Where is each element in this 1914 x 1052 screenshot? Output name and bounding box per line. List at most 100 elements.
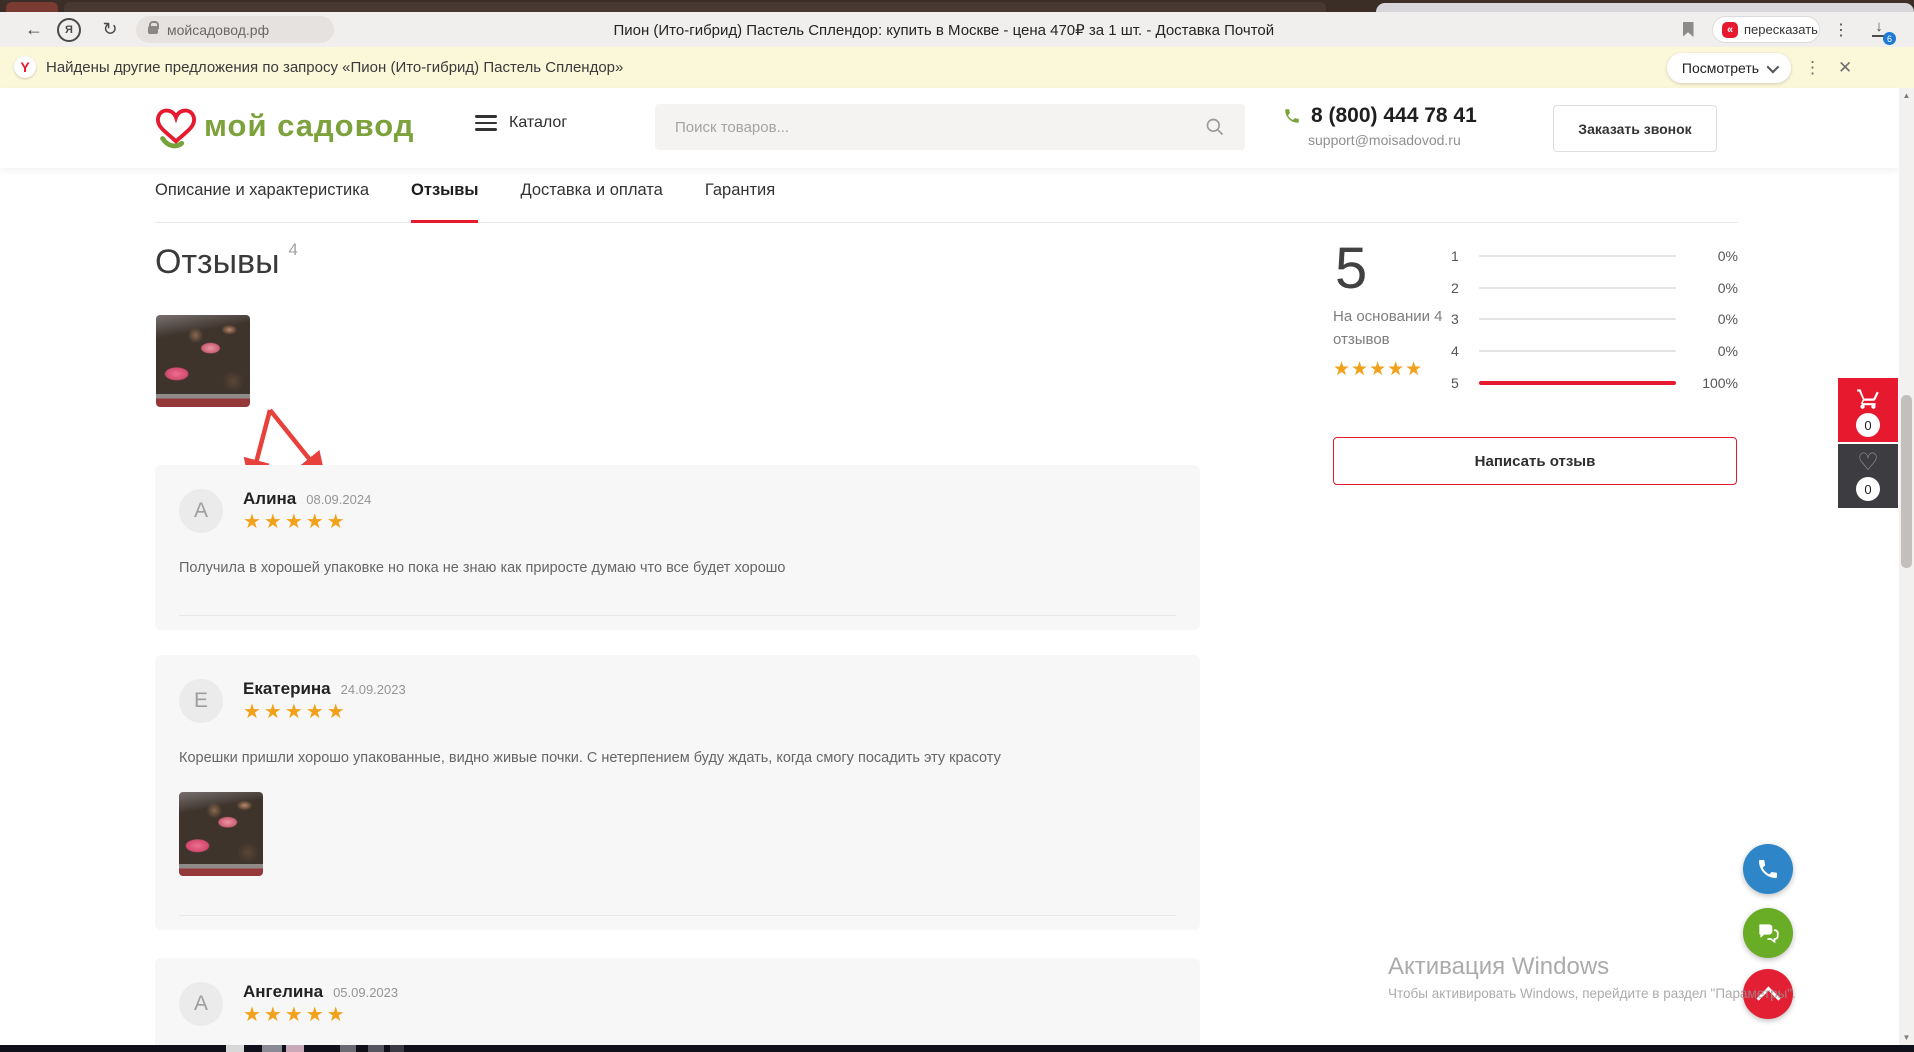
phone-icon — [1756, 857, 1780, 881]
rating-bar-label: 3 — [1451, 311, 1465, 327]
rating-bar-row: 1 0% — [1451, 240, 1738, 272]
view-offers-button[interactable]: Посмотреть — [1667, 53, 1791, 83]
reviews-heading: Отзывы4 — [155, 240, 298, 282]
yandex-icon: Y — [14, 56, 36, 78]
review-date: 05.09.2023 — [333, 985, 398, 1000]
avatar: Е — [179, 679, 223, 723]
rating-bar-row: 5 100% — [1451, 367, 1738, 399]
taskbar — [0, 1045, 1914, 1052]
review-gallery-photo[interactable] — [156, 315, 250, 407]
scrollbar-up-icon[interactable]: ▲ — [1899, 91, 1914, 100]
wishlist-count-badge: 0 — [1856, 477, 1880, 501]
review-stars: ★★★★★ — [243, 702, 406, 722]
taskbar-item[interactable] — [262, 1045, 282, 1052]
rating-bar-percent: 0% — [1690, 343, 1738, 359]
notification-bar: Y Найдены другие предложения по запросу … — [0, 47, 1914, 89]
browser-tab[interactable] — [64, 2, 1326, 12]
review-card: А Алина 08.09.2024 ★★★★★ Получила в хоро… — [155, 465, 1200, 630]
browser-tab-strip — [0, 0, 1914, 12]
rating-bar-track — [1479, 382, 1676, 384]
cart-widget[interactable]: 0 — [1838, 378, 1898, 442]
notification-close-icon[interactable]: ✕ — [1838, 47, 1852, 88]
rating-stars: ★★★★★ — [1333, 358, 1423, 381]
phone-icon — [1283, 107, 1301, 125]
divider — [179, 615, 1176, 616]
notification-text: Найдены другие предложения по запросу «П… — [46, 47, 623, 88]
site-logo-text: мой садовод — [204, 108, 414, 144]
search-icon[interactable] — [1205, 117, 1225, 137]
support-email[interactable]: support@moisadovod.ru — [1308, 132, 1461, 148]
rating-bar-percent: 100% — [1690, 375, 1738, 391]
taskbar-item[interactable] — [390, 1045, 404, 1052]
scrollbar-thumb[interactable] — [1901, 395, 1912, 568]
tab-0[interactable]: Описание и характеристика — [155, 181, 369, 222]
write-review-button[interactable]: Написать отзыв — [1333, 437, 1737, 485]
scrollbar[interactable]: ▲ ▼ — [1899, 88, 1914, 1045]
reviewer-name: Екатерина — [243, 679, 331, 699]
scrollbar-down-icon[interactable]: ▼ — [1899, 1033, 1914, 1042]
rating-bar-track — [1479, 255, 1676, 257]
rating-score: 5 — [1335, 240, 1367, 298]
lock-icon — [148, 26, 158, 34]
rating-bar-fill — [1479, 381, 1676, 385]
cart-count-badge: 0 — [1856, 413, 1880, 437]
product-tabs: Описание и характеристика Отзывы Доставк… — [155, 181, 1738, 223]
search-placeholder: Поиск товаров... — [675, 119, 1205, 136]
rating-bar-label: 5 — [1451, 375, 1465, 391]
refresh-icon[interactable]: ↻ — [98, 12, 122, 47]
bookmark-icon[interactable] — [1678, 12, 1698, 47]
tab-label: Описание и характеристика — [155, 181, 369, 199]
review-photo[interactable] — [179, 792, 263, 876]
tab-2[interactable]: Доставка и оплата — [520, 181, 662, 222]
chat-fab[interactable] — [1743, 908, 1793, 958]
site-logo[interactable]: мой садовод — [152, 102, 414, 150]
search-input[interactable]: Поиск товаров... — [655, 104, 1245, 150]
heart-icon: ♡ — [1857, 451, 1879, 475]
screen: ← Я ↻ мойсадовод.рф Пион (Ито-гибрид) Па… — [0, 0, 1914, 1052]
phone-link[interactable]: 8 (800) 444 78 41 — [1283, 104, 1477, 128]
view-offers-label: Посмотреть — [1682, 60, 1759, 76]
rating-bar-percent: 0% — [1690, 280, 1738, 296]
url-text: мойсадовод.рф — [167, 22, 269, 38]
bookmark-glyph — [1683, 22, 1694, 37]
rating-bar-label: 2 — [1451, 280, 1465, 296]
taskbar-item[interactable] — [286, 1045, 304, 1052]
downloads-button[interactable]: ↓ 6 — [1868, 19, 1890, 41]
chat-icon — [1755, 920, 1781, 946]
reviewer-name: Ангелина — [243, 982, 323, 1002]
download-badge: 6 — [1883, 32, 1896, 45]
browser-tab-active[interactable] — [1376, 3, 1914, 12]
address-bar[interactable]: мойсадовод.рф — [136, 16, 334, 43]
rating-bar-row: 2 0% — [1451, 272, 1738, 304]
catalog-label: Каталог — [509, 114, 567, 132]
taskbar-item[interactable] — [368, 1045, 384, 1052]
catalog-button[interactable]: Каталог — [475, 114, 567, 132]
rating-bar-track — [1479, 350, 1676, 352]
chevron-down-icon — [1767, 60, 1780, 73]
review-text: Корешки пришли хорошо упакованные, видно… — [179, 750, 1176, 766]
taskbar-item[interactable] — [340, 1045, 356, 1052]
retell-button[interactable]: « пересказать — [1712, 16, 1820, 43]
tab-label: Гарантия — [705, 181, 775, 199]
windows-watermark-subtitle: Чтобы активировать Windows, перейдите в … — [1388, 986, 1796, 1001]
site-header: мой садовод Каталог Поиск товаров... 8 (… — [0, 88, 1899, 168]
callback-button[interactable]: Заказать звонок — [1553, 105, 1717, 152]
tab-3[interactable]: Гарантия — [705, 181, 775, 222]
browser-tab[interactable] — [6, 2, 58, 12]
notification-menu-icon[interactable]: ⋮ — [1804, 47, 1821, 88]
taskbar-item[interactable] — [226, 1045, 244, 1052]
wishlist-widget[interactable]: ♡ 0 — [1838, 444, 1898, 508]
review-stars: ★★★★★ — [243, 1005, 398, 1025]
review-date: 08.09.2024 — [306, 492, 371, 507]
back-icon[interactable]: ← — [22, 12, 46, 47]
tab-reviews[interactable]: Отзывы — [411, 181, 478, 222]
tab-label: Доставка и оплата — [520, 181, 662, 199]
review-stars: ★★★★★ — [243, 512, 371, 532]
rating-bar-row: 4 0% — [1451, 335, 1738, 367]
toolbar-menu-icon[interactable]: ⋮ — [1832, 12, 1850, 47]
page-title: Пион (Ито-гибрид) Пастель Сплендор: купи… — [613, 12, 1274, 47]
cart-icon — [1855, 385, 1881, 411]
call-fab[interactable] — [1743, 844, 1793, 894]
browser-logo-icon[interactable]: Я — [56, 12, 82, 47]
reviews-count: 4 — [289, 240, 298, 259]
